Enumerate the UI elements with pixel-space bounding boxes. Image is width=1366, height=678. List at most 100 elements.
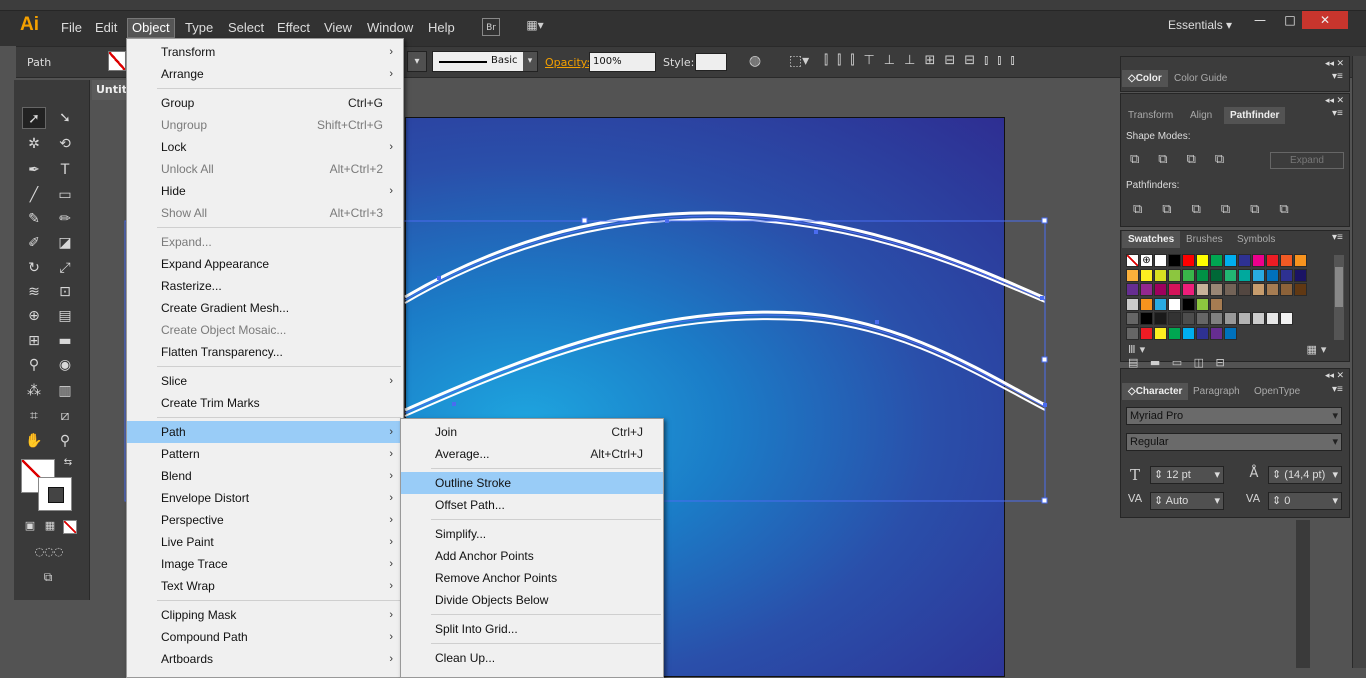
swatch[interactable] bbox=[1266, 283, 1279, 296]
swatch[interactable] bbox=[1126, 268, 1139, 282]
tab-color[interactable]: ◇Color bbox=[1122, 70, 1168, 87]
symbol-sprayer-tool-icon[interactable]: ⁂ bbox=[22, 380, 46, 402]
screen-mode-icon[interactable]: ⧉ bbox=[36, 568, 60, 586]
path-submenu-item-join[interactable]: Join Ctrl+J bbox=[401, 421, 663, 443]
panel-menu-icon-4[interactable]: ▾≡ bbox=[1332, 384, 1343, 395]
swatch[interactable] bbox=[1238, 283, 1251, 296]
path-submenu-item-split-into-grid[interactable]: Split Into Grid... bbox=[401, 618, 663, 640]
bridge-icon[interactable]: Br bbox=[482, 18, 500, 36]
selection-tool-icon[interactable]: ➚ bbox=[22, 107, 46, 129]
swatch[interactable] bbox=[1238, 254, 1251, 267]
expand-button[interactable]: Expand bbox=[1270, 152, 1344, 169]
object-menu-item-hide[interactable]: Hide › bbox=[127, 180, 403, 202]
magic-wand-tool-icon[interactable]: ✲ bbox=[22, 133, 46, 155]
path-submenu-item-remove-anchor-points[interactable]: Remove Anchor Points bbox=[401, 567, 663, 589]
swatch[interactable] bbox=[1238, 312, 1251, 325]
object-menu-item-lock[interactable]: Lock › bbox=[127, 136, 403, 158]
tab-brushes[interactable]: Brushes bbox=[1180, 231, 1229, 248]
swatch[interactable] bbox=[1196, 283, 1209, 296]
swatch[interactable] bbox=[1126, 297, 1139, 311]
panel-menu-icon-3[interactable]: ▾≡ bbox=[1332, 232, 1343, 243]
object-menu-item-clipping-mask[interactable]: Clipping Mask › bbox=[127, 604, 403, 626]
tab-swatches[interactable]: Swatches bbox=[1122, 231, 1181, 248]
object-menu-item-expand-appearance[interactable]: Expand Appearance bbox=[127, 253, 403, 275]
blob-brush-tool-icon[interactable]: ✐ bbox=[22, 232, 46, 254]
opacity-field[interactable]: 100% bbox=[589, 52, 656, 72]
hand-tool-icon[interactable]: ✋ bbox=[22, 430, 46, 452]
swatch[interactable] bbox=[1182, 312, 1195, 325]
swatch[interactable] bbox=[1140, 297, 1153, 311]
swatch[interactable] bbox=[1238, 268, 1251, 282]
swatch[interactable]: ⊕ bbox=[1140, 254, 1153, 267]
swatch[interactable] bbox=[1126, 254, 1139, 267]
workspace-switcher[interactable]: Essentials ▾ bbox=[1168, 18, 1232, 32]
swatch[interactable] bbox=[1266, 268, 1279, 282]
swatch[interactable] bbox=[1140, 268, 1153, 282]
panel-menu-icon-2[interactable]: ▾≡ bbox=[1332, 108, 1343, 119]
swatch[interactable] bbox=[1252, 312, 1265, 325]
path-submenu-item-offset-path[interactable]: Offset Path... bbox=[401, 494, 663, 516]
object-menu-item-blend[interactable]: Blend › bbox=[127, 465, 403, 487]
swatch[interactable] bbox=[1140, 283, 1153, 296]
object-menu-item-create-gradient-mesh[interactable]: Create Gradient Mesh... bbox=[127, 297, 403, 319]
menu-edit[interactable]: Edit bbox=[91, 18, 121, 38]
menu-select[interactable]: Select bbox=[224, 18, 268, 38]
swatch[interactable] bbox=[1196, 254, 1209, 267]
object-menu-item-group[interactable]: Group Ctrl+G bbox=[127, 92, 403, 114]
font-family-dropdown[interactable]: Myriad Pro ▾ bbox=[1126, 407, 1342, 425]
opacity-label[interactable]: Opacity: bbox=[545, 56, 590, 69]
swatch[interactable] bbox=[1210, 283, 1223, 296]
swatch[interactable] bbox=[1210, 297, 1223, 311]
pathfinder-icons[interactable]: ⧉⧉⧉⧉⧉⧉ bbox=[1133, 202, 1343, 217]
menu-type[interactable]: Type bbox=[181, 18, 217, 38]
menu-view[interactable]: View bbox=[320, 18, 356, 38]
swatch[interactable] bbox=[1154, 312, 1167, 325]
swatch[interactable] bbox=[1266, 312, 1279, 325]
tab-opentype[interactable]: OpenType bbox=[1248, 383, 1306, 400]
collapse-panel-icon[interactable]: ◂◂ ✕ bbox=[1325, 58, 1344, 69]
tab-color-guide[interactable]: Color Guide bbox=[1168, 70, 1233, 87]
stroke-style-dropdown[interactable]: Basic ▾ bbox=[432, 51, 538, 72]
object-menu-item-transform[interactable]: Transform › bbox=[127, 41, 403, 63]
swatch-library-icons[interactable]: Ⅲ▾ ▦▾ ▤ ▬ ▭ ◫ ⊟ bbox=[1128, 343, 1343, 369]
swap-colors-icon[interactable]: ⇆ bbox=[60, 455, 76, 471]
swatch[interactable] bbox=[1294, 254, 1307, 267]
object-menu-item-compound-path[interactable]: Compound Path › bbox=[127, 626, 403, 648]
object-menu-item-slice[interactable]: Slice › bbox=[127, 370, 403, 392]
swatch[interactable] bbox=[1196, 268, 1209, 282]
swatch[interactable] bbox=[1196, 297, 1209, 311]
graph-tool-icon[interactable]: ▥ bbox=[53, 380, 77, 402]
direct-selection-tool-icon[interactable]: ➘ bbox=[53, 107, 77, 129]
object-menu-item-artboards[interactable]: Artboards › bbox=[127, 648, 403, 670]
mesh-tool-icon[interactable]: ⊞ bbox=[22, 330, 46, 352]
swatch[interactable] bbox=[1154, 326, 1167, 340]
swatch[interactable] bbox=[1182, 283, 1195, 296]
swatch[interactable] bbox=[1168, 254, 1181, 267]
zoom-tool-icon[interactable]: ⚲ bbox=[53, 430, 77, 452]
swatch[interactable] bbox=[1224, 312, 1237, 325]
path-submenu-item-average[interactable]: Average... Alt+Ctrl+J bbox=[401, 443, 663, 465]
collapse-panel-icon-3[interactable]: ◂◂ ✕ bbox=[1325, 370, 1344, 381]
swatch[interactable] bbox=[1182, 326, 1195, 340]
swatch[interactable] bbox=[1140, 312, 1153, 325]
object-menu-item-live-paint[interactable]: Live Paint › bbox=[127, 531, 403, 553]
swatch[interactable] bbox=[1182, 297, 1195, 311]
swatch[interactable] bbox=[1154, 268, 1167, 282]
swatch[interactable] bbox=[1126, 283, 1139, 296]
swatch[interactable] bbox=[1140, 326, 1153, 340]
artboard-tool-icon[interactable]: ⌗ bbox=[22, 405, 46, 427]
object-menu-item-envelope-distort[interactable]: Envelope Distort › bbox=[127, 487, 403, 509]
swatch[interactable] bbox=[1224, 283, 1237, 296]
swatch[interactable] bbox=[1210, 254, 1223, 267]
swatch-folder-icon[interactable] bbox=[1126, 326, 1139, 340]
swatch[interactable] bbox=[1252, 268, 1265, 282]
path-submenu-item-divide-objects-below[interactable]: Divide Objects Below bbox=[401, 589, 663, 611]
menu-help[interactable]: Help bbox=[424, 18, 459, 38]
swatch[interactable] bbox=[1280, 254, 1293, 267]
line-tool-icon[interactable]: ╱ bbox=[22, 184, 46, 206]
swatch[interactable] bbox=[1210, 268, 1223, 282]
vertical-scrollbar[interactable] bbox=[1352, 56, 1366, 668]
object-menu-item-rasterize[interactable]: Rasterize... bbox=[127, 275, 403, 297]
type-tool-icon[interactable]: T bbox=[53, 159, 77, 181]
lasso-tool-icon[interactable]: ⟲ bbox=[53, 133, 77, 155]
